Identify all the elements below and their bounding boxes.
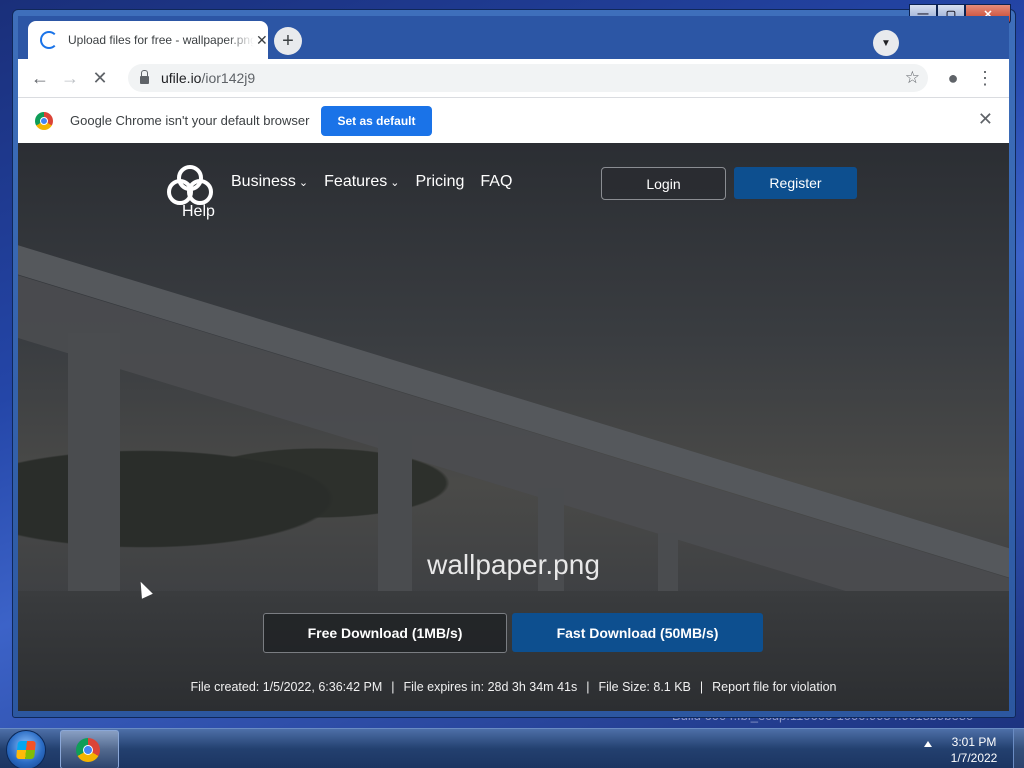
browser-toolbar: ← → ✕ ufile.io/ior142j9 ☆ ● ⋮ bbox=[18, 59, 1009, 97]
nav-business-label: Business bbox=[231, 173, 296, 190]
tab-search-icon[interactable]: ▼ bbox=[873, 30, 899, 56]
chevron-down-icon: ⌄ bbox=[390, 177, 400, 189]
start-button[interactable] bbox=[6, 730, 46, 768]
infobar-message: Google Chrome isn't your default browser bbox=[70, 113, 310, 128]
bookmark-star-icon[interactable]: ☆ bbox=[905, 68, 920, 88]
ufile-logo-icon[interactable] bbox=[167, 165, 213, 205]
url-path: /ior142j9 bbox=[201, 70, 256, 86]
back-arrow-icon[interactable]: ← bbox=[25, 63, 55, 93]
nav-features[interactable]: Features ⌄ bbox=[324, 173, 399, 191]
browser-window: — ▢ ✕ Upload files for free - wallpaper.… bbox=[12, 4, 1016, 718]
window-content: Upload files for free - wallpaper.png - … bbox=[18, 16, 1009, 711]
default-browser-infobar: Google Chrome isn't your default browser… bbox=[18, 97, 1009, 144]
address-bar[interactable]: ufile.io/ior142j9 ☆ bbox=[128, 64, 928, 92]
tab-ufile[interactable]: Upload files for free - wallpaper.png - … bbox=[28, 21, 268, 59]
new-tab-button[interactable]: + bbox=[274, 27, 302, 55]
tab-strip: Upload files for free - wallpaper.png - … bbox=[18, 16, 1009, 59]
windows-logo-icon bbox=[16, 741, 36, 759]
site-navbar: Business ⌄ Features ⌄ Pricing FAQ Help bbox=[167, 165, 512, 220]
nav-pricing[interactable]: Pricing bbox=[416, 173, 465, 191]
nav-features-label: Features bbox=[324, 173, 388, 190]
page-content: Business ⌄ Features ⌄ Pricing FAQ Help Log… bbox=[18, 143, 1009, 711]
set-as-default-button[interactable]: Set as default bbox=[321, 105, 432, 136]
nav-links: Business ⌄ Features ⌄ Pricing FAQ bbox=[231, 173, 512, 191]
tray-expand-icon[interactable] bbox=[924, 741, 932, 747]
show-desktop-button[interactable] bbox=[1013, 729, 1024, 768]
url-host: ufile.io bbox=[161, 70, 202, 86]
file-expires: File expires in: 28d 3h 34m 41s bbox=[403, 680, 578, 694]
tab-title: Upload files for free - wallpaper.png - … bbox=[68, 33, 254, 47]
infobar-close-icon[interactable]: ✕ bbox=[978, 109, 993, 130]
forward-arrow-icon[interactable]: → bbox=[55, 63, 85, 93]
clock-time: 3:01 PM bbox=[951, 735, 997, 749]
chevron-down-icon: ⌄ bbox=[298, 177, 309, 189]
nav-business[interactable]: Business ⌄ bbox=[231, 173, 308, 191]
nav-faq[interactable]: FAQ bbox=[480, 173, 512, 191]
system-clock[interactable]: 3:01 PM 1/7/2022 bbox=[940, 734, 1008, 766]
free-download-button[interactable]: Free Download (1MB/s) bbox=[263, 613, 507, 653]
stop-loading-icon[interactable]: ✕ bbox=[85, 63, 115, 93]
file-info-line: File created: 1/5/2022, 6:36:42 PM | File … bbox=[190, 680, 837, 694]
report-violation-link[interactable]: Report file for violation bbox=[712, 680, 836, 694]
lock-icon[interactable] bbox=[140, 70, 149, 84]
file-name-heading: wallpaper.png bbox=[427, 549, 600, 580]
menu-kebab-icon[interactable]: ⋮ bbox=[970, 63, 1000, 93]
taskbar-chrome-button[interactable] bbox=[60, 730, 119, 768]
taskbar: 3:01 PM 1/7/2022 bbox=[0, 728, 1024, 768]
login-button[interactable]: Login bbox=[601, 167, 726, 200]
chrome-logo-icon bbox=[76, 738, 100, 762]
nav-help[interactable]: Help bbox=[182, 203, 215, 221]
background-pillar bbox=[68, 333, 120, 633]
fast-download-button[interactable]: Fast Download (50MB/s) bbox=[512, 613, 763, 652]
register-button[interactable]: Register bbox=[734, 167, 857, 199]
clock-date: 1/7/2022 bbox=[950, 751, 998, 765]
tab-close-icon[interactable]: ✕ bbox=[256, 32, 268, 49]
loading-spinner-icon bbox=[40, 31, 58, 49]
chrome-logo-icon bbox=[35, 111, 53, 130]
profile-icon[interactable]: ● bbox=[938, 63, 968, 93]
file-size: File Size: 8.1 KB bbox=[598, 680, 691, 694]
file-created: File created: 1/5/2022, 6:36:42 PM bbox=[190, 680, 383, 694]
